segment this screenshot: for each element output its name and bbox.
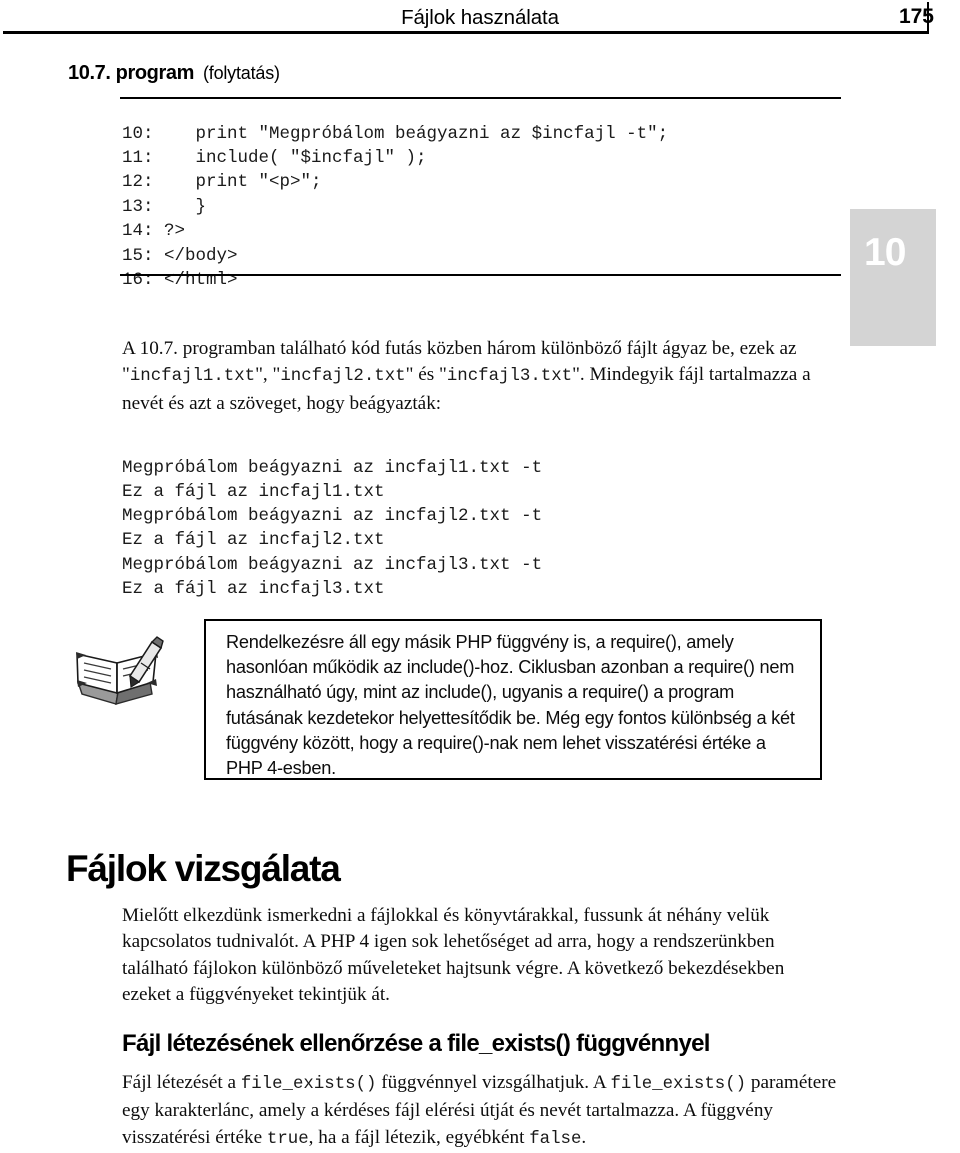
exists-text-5: . <box>581 1126 587 1148</box>
running-header: Fájlok használata 175 <box>0 0 960 36</box>
header-rule <box>3 31 928 34</box>
inline-code-false: false <box>529 1129 582 1149</box>
code-listing: 10: print "Megpróbálom beágyazni az $inc… <box>122 123 669 290</box>
notebook-pen-icon <box>68 630 168 716</box>
inline-code-file-exists-1: file_exists() <box>240 1075 377 1094</box>
note-box-text: Rendelkezésre áll egy másik PHP függvény… <box>226 632 795 779</box>
inline-code-file-exists-2: file_exists() <box>610 1075 747 1094</box>
program-caption: 10.7. program (folytatás) <box>68 62 280 85</box>
note-box: Rendelkezésre áll egy másik PHP függvény… <box>204 619 822 780</box>
chapter-number: 10 <box>864 231 906 274</box>
exists-paragraph: Fájl létezését a file_exists() függvénny… <box>122 1070 838 1153</box>
code-listing-rule-bottom <box>120 274 841 276</box>
chapter-thumb-tab: 10 <box>850 209 936 346</box>
exists-text-4: , ha a fájl létezik, egyébként <box>308 1126 530 1148</box>
output-listing: Megpróbálom beágyazni az incfajl1.txt -t… <box>122 457 543 599</box>
inline-code-true: true <box>266 1129 309 1149</box>
inline-code-incfajl2: incfajl2.txt <box>280 367 406 387</box>
intro-line-2-b: ", " <box>255 364 281 386</box>
intro-paragraph: A 10.7. programban található kód futás k… <box>122 336 834 417</box>
inline-code-incfajl3: incfajl3.txt <box>446 367 573 387</box>
subsection-heading: Fájl létezésének ellenőrzése a file_exis… <box>122 1030 710 1057</box>
inline-code-incfajl1: incfajl1.txt <box>129 367 256 387</box>
program-caption-title: 10.7. program <box>68 62 194 84</box>
files-paragraph: Mielőtt elkezdünk ismerkedni a fájlokkal… <box>122 905 785 1005</box>
intro-line-2-c: " és " <box>405 364 447 386</box>
header-right-tick <box>927 2 929 34</box>
code-listing-rule-top <box>120 97 841 99</box>
exists-text-2: függvénnyel vizsgálhatjuk. A <box>376 1072 611 1093</box>
exists-text-1: Fájl létezését a <box>122 1072 241 1093</box>
intro-line-1: A 10.7. programban található kód futás k… <box>122 338 735 359</box>
section-heading: Fájlok vizsgálata <box>66 848 341 889</box>
program-caption-subtitle: (folytatás) <box>202 63 280 83</box>
page-title: Fájlok használata <box>401 6 559 29</box>
intro-line-2-d: ". <box>572 364 585 386</box>
